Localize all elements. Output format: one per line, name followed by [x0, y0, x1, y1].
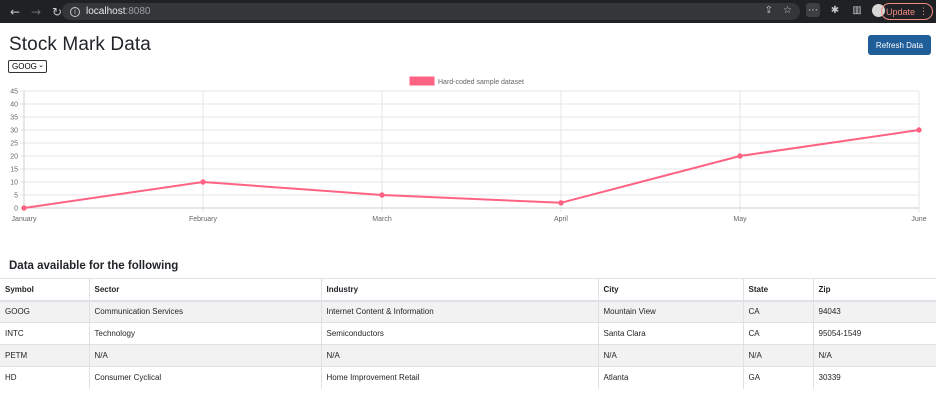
col-symbol: Symbol [0, 278, 89, 302]
cell: 94043 [812, 300, 936, 323]
x-tick-label: March [372, 216, 392, 223]
x-tick-label: June [911, 216, 926, 223]
cell: Communication Services [88, 300, 321, 323]
chevron-down-icon: ⌄ [38, 61, 44, 69]
x-tick-label: January [12, 216, 37, 223]
cell: Consumer Cyclical [88, 366, 321, 389]
site-info-icon[interactable]: i [70, 6, 80, 17]
cell: N/A [88, 344, 321, 367]
y-tick-label: 5 [14, 193, 18, 200]
y-tick-label: 20 [10, 154, 18, 161]
cell: 30339 [812, 366, 936, 389]
table-header-row: Symbol Sector Industry City State Zip [0, 278, 936, 302]
y-tick-label: 45 [10, 89, 18, 96]
cell: N/A [742, 344, 813, 367]
data-point [21, 205, 27, 211]
address-bar[interactable]: i localhost:8080 ⇪ ☆ [62, 3, 800, 20]
page-title: Stock Mark Data [9, 34, 151, 55]
col-state: State [742, 278, 813, 302]
cell: PETM [0, 344, 89, 367]
cell: Internet Content & Information [320, 300, 598, 323]
cell: INTC [0, 322, 89, 345]
data-point [379, 192, 385, 198]
extension-icon[interactable]: ⋯ [806, 3, 820, 17]
update-button[interactable]: Update ⋮ [881, 3, 933, 20]
back-icon[interactable]: ← [6, 3, 24, 21]
cell: Atlanta [597, 366, 743, 389]
legend-label: Hard-coded sample dataset [438, 79, 524, 86]
col-sector: Sector [88, 278, 321, 302]
col-city: City [597, 278, 743, 302]
cell: Technology [88, 322, 321, 345]
y-tick-label: 15 [10, 167, 18, 174]
line-chart: 0 5 10 15 20 25 30 35 40 45 January February March Ap… [10, 76, 927, 223]
col-zip: Zip [812, 278, 936, 302]
y-tick-label: 30 [10, 128, 18, 135]
y-tick-label: 35 [10, 115, 18, 122]
share-icon[interactable]: ⇪ [765, 5, 773, 16]
y-tick-label: 40 [10, 102, 18, 109]
y-tick-label: 0 [14, 206, 18, 213]
side-panel-icon[interactable]: ▥ [850, 3, 864, 17]
legend-swatch [409, 76, 435, 86]
cell: CA [742, 300, 813, 323]
refresh-data-button[interactable]: Refresh Data [868, 35, 931, 55]
cell: 95054-1549 [812, 322, 936, 345]
cell: N/A [812, 344, 936, 367]
cell: Mountain View [597, 300, 743, 323]
x-tick-label: May [733, 216, 747, 223]
cell: GOOG [0, 300, 89, 323]
cell: CA [742, 322, 813, 345]
symbol-select[interactable]: GOOG ⌄ [8, 60, 47, 73]
data-point [558, 200, 564, 206]
forward-icon[interactable]: → [27, 3, 45, 21]
cell: Home Improvement Retail [320, 366, 598, 389]
cell: GA [742, 366, 813, 389]
bookmark-star-icon[interactable]: ☆ [783, 5, 792, 16]
url-host: localhost [86, 6, 126, 17]
symbol-select-value: GOOG [12, 62, 37, 71]
cell: HD [0, 366, 89, 389]
table-heading: Data available for the following [9, 260, 179, 272]
table-row: GOOG Communication Services Internet Con… [0, 300, 936, 323]
y-tick-label: 10 [10, 180, 18, 187]
stock-info-table: Symbol Sector Industry City State Zip GO… [0, 278, 936, 389]
table-row: HD Consumer Cyclical Home Improvement Re… [0, 366, 936, 389]
y-tick-label: 25 [10, 141, 18, 148]
cell: N/A [597, 344, 743, 367]
x-tick-label: February [189, 216, 218, 223]
data-point [916, 127, 922, 133]
cell: Santa Clara [597, 322, 743, 345]
data-point [200, 179, 206, 185]
col-industry: Industry [320, 278, 598, 302]
url-port: :8080 [125, 6, 151, 17]
table-row: PETM N/A N/A N/A N/A N/A [0, 344, 936, 367]
update-label: Update [885, 6, 916, 17]
table-row: INTC Technology Semiconductors Santa Cla… [0, 322, 936, 345]
extensions-puzzle-icon[interactable]: ✱ [828, 3, 842, 17]
data-point [737, 153, 743, 159]
browser-toolbar: ← → ↻ i localhost:8080 ⇪ ☆ ⋯ ✱ ▥ Update … [0, 0, 936, 23]
kebab-menu-icon: ⋮ [919, 6, 929, 17]
x-tick-label: April [554, 216, 568, 223]
cell: Semiconductors [320, 322, 598, 345]
cell: N/A [320, 344, 598, 367]
